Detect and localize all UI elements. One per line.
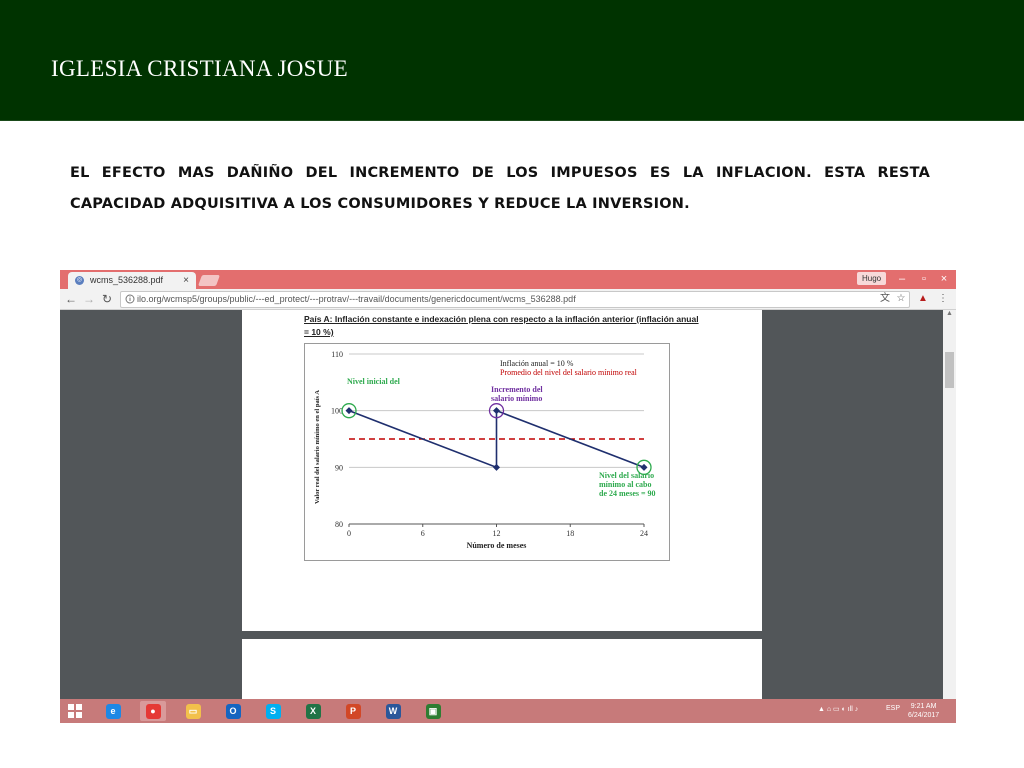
chrome-icon: ●: [145, 704, 161, 719]
x-tick-label: 24: [640, 529, 648, 538]
scroll-up-icon[interactable]: ▲: [946, 310, 953, 317]
menu-dots-icon[interactable]: ⋮: [936, 292, 950, 306]
system-clock[interactable]: 9:21 AM 6/24/2017: [908, 702, 939, 720]
y-tick-label: 80: [335, 520, 343, 529]
annotation-start-level: Nivel inicial del: [347, 377, 401, 386]
taskbar-app-powerpoint[interactable]: P: [340, 701, 366, 721]
word-icon: W: [385, 704, 401, 719]
x-tick-label: 6: [421, 529, 425, 538]
translate-icon[interactable]: 文: [878, 292, 892, 306]
file-explorer-icon: ▭: [185, 704, 201, 719]
browser-tab[interactable]: ◎ wcms_536288.pdf ×: [68, 272, 196, 289]
y-axis-label: Valor real del salario mínimo en el país…: [314, 390, 321, 504]
x-tick-label: 12: [493, 529, 501, 538]
close-window-button[interactable]: ×: [936, 271, 952, 287]
taskbar-app-word[interactable]: W: [380, 701, 406, 721]
address-bar[interactable]: ilo.org/wcmsp5/groups/public/---ed_prote…: [120, 291, 910, 308]
x-tick-label: 0: [347, 529, 351, 538]
y-tick-label: 90: [335, 463, 343, 472]
slide-title: IGLESIA CRISTIANA JOSUE: [51, 56, 348, 81]
embedded-screenshot: ◎ wcms_536288.pdf × Hugo – ▫ × ← → ↻ ilo…: [60, 270, 956, 723]
document-heading: País A: Inflación constante e indexación…: [304, 314, 699, 337]
data-point: [493, 463, 500, 471]
pdf-extension-icon[interactable]: ▲: [916, 292, 930, 306]
outlook-icon: O: [225, 704, 241, 719]
maximize-button[interactable]: ▫: [916, 271, 932, 287]
excel-icon: X: [305, 704, 321, 719]
browser-tab-bar: ◎ wcms_536288.pdf × Hugo – ▫ ×: [60, 270, 956, 289]
windows-start-icon[interactable]: [68, 704, 82, 718]
pdf-page: País A: Inflación constante e indexación…: [242, 310, 762, 631]
legend-series-1: Inflación anual = 10 %: [500, 359, 574, 368]
taskbar-app-internet-explorer[interactable]: e: [100, 701, 126, 721]
bookmark-star-icon[interactable]: ☆: [894, 292, 908, 306]
clock-time: 9:21 AM: [910, 703, 937, 710]
tab-title: wcms_536288.pdf: [90, 275, 164, 285]
slide-body-text: EL EFECTO MAS DAÑIÑO DEL INCREMENTO DE L…: [70, 165, 930, 212]
browser-toolbar: ← → ↻ ilo.org/wcmsp5/groups/public/---ed…: [60, 289, 956, 310]
annotation-increase: Incremento del: [491, 385, 543, 394]
annotation-end-level: mínimo al cabo: [599, 480, 651, 489]
globe-icon: ◎: [75, 276, 84, 285]
taskbar-app-chrome[interactable]: ●: [140, 701, 166, 721]
reload-icon[interactable]: ↻: [100, 291, 114, 307]
profile-button[interactable]: Hugo: [857, 272, 887, 285]
data-point: [493, 407, 500, 415]
page-info-icon: [125, 294, 135, 304]
x-axis-label: Número de meses: [467, 541, 527, 550]
annotation-end-level: Nivel del salario: [599, 471, 654, 480]
chart-svg: 80 90 100 110 0 6 12 18 24 Número de meses Valor r…: [314, 350, 656, 550]
internet-explorer-icon: e: [105, 704, 121, 719]
taskbar-app-file-explorer[interactable]: ▭: [180, 701, 206, 721]
taskbar: e ● ▭ O S X P W ▣ ▲ ⌂ ▭ ◐ ıll ♪ ESP 9:21 AM 6/24…: [60, 699, 956, 723]
legend-series-2: Promedio del nivel del salario mínimo re…: [500, 368, 638, 377]
x-tick-label: 18: [566, 529, 574, 538]
language-indicator[interactable]: ESP: [886, 705, 900, 712]
skype-icon: S: [265, 704, 281, 719]
annotation-increase: salario mínimo: [491, 394, 542, 403]
clock-date: 6/24/2017: [908, 712, 940, 719]
annotation-end-level: de 24 meses = 90: [599, 489, 656, 498]
url-text: ilo.org/wcmsp5/groups/public/---ed_prote…: [137, 294, 576, 304]
taskbar-app-outlook[interactable]: O: [220, 701, 246, 721]
store-icon: ▣: [425, 704, 441, 719]
y-tick-label: 110: [331, 350, 343, 359]
forward-arrow-icon[interactable]: →: [82, 291, 96, 307]
data-point: [640, 463, 648, 471]
slide-header: IGLESIA CRISTIANA JOSUE: [0, 0, 1024, 121]
scrollbar-thumb[interactable]: [945, 352, 954, 388]
taskbar-app-store[interactable]: ▣: [420, 701, 446, 721]
taskbar-app-skype[interactable]: S: [260, 701, 286, 721]
tab-close-button[interactable]: ×: [183, 272, 189, 289]
back-arrow-icon[interactable]: ←: [64, 291, 78, 307]
wage-chart: 80 90 100 110 0 6 12 18 24 Número de meses Valor r…: [304, 343, 670, 561]
taskbar-app-excel[interactable]: X: [300, 701, 326, 721]
powerpoint-icon: P: [345, 704, 361, 719]
minimize-button[interactable]: –: [894, 271, 910, 287]
scrollbar[interactable]: ▲: [943, 310, 956, 699]
new-tab-button[interactable]: [197, 275, 221, 286]
tray-icons[interactable]: ▲ ⌂ ▭ ◐ ıll ♪: [818, 705, 858, 713]
y-tick-label: 100: [331, 407, 343, 416]
data-point: [345, 407, 353, 415]
